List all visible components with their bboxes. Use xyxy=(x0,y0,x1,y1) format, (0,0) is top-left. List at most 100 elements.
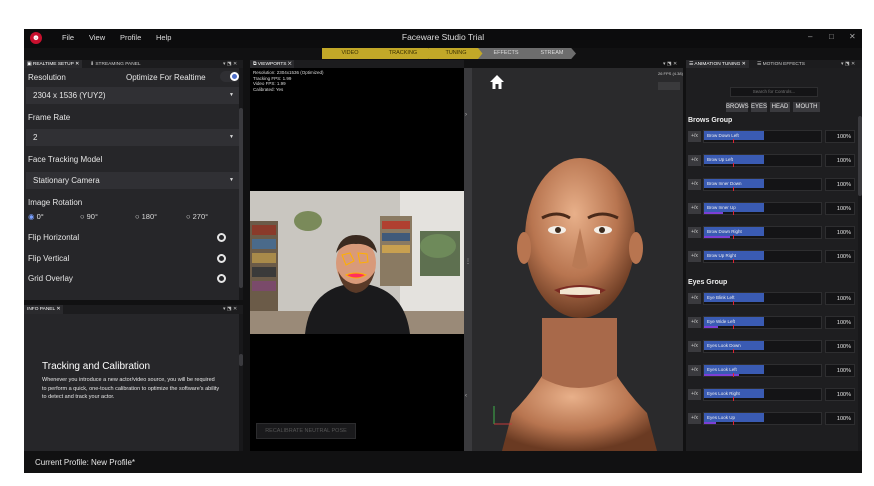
fx-button[interactable]: +/x xyxy=(688,413,701,424)
control-marker xyxy=(733,421,734,425)
tab-info-panel[interactable]: INFO PANEL ✕ xyxy=(24,305,64,314)
window-title: Faceware Studio Trial xyxy=(401,32,485,42)
control-percent-field[interactable]: 100% xyxy=(825,154,855,167)
control-slider[interactable]: Eye Blink Left xyxy=(703,292,822,305)
control-slider[interactable]: Eyes Look Down xyxy=(703,340,822,353)
tuning-scrollbar[interactable] xyxy=(858,116,862,451)
resolution-label: Resolution xyxy=(28,73,66,82)
fx-button[interactable]: +/x xyxy=(688,389,701,400)
rotation-radio-90[interactable]: ○ 90° xyxy=(80,212,98,221)
frame-rate-dropdown[interactable]: 2 ▼ xyxy=(26,129,239,146)
control-name: Brow Up Right xyxy=(704,251,764,260)
character-head-render xyxy=(502,158,657,451)
maximize-icon[interactable]: □ xyxy=(829,32,834,41)
control-percent-field[interactable]: 100% xyxy=(825,130,855,143)
panel-menu-icon[interactable]: ▾ ⬔ ✕ xyxy=(223,305,237,314)
video-viewport: Resolution: 2304x1536 (Optimized) Tracki… xyxy=(250,68,464,451)
optimize-label: Optimize For Realtime xyxy=(126,73,206,82)
fx-button[interactable]: +/x xyxy=(688,293,701,304)
control-percent-field[interactable]: 100% xyxy=(825,364,855,377)
image-rotation-label: Image Rotation xyxy=(28,198,83,207)
settings-scrollbar[interactable] xyxy=(239,68,243,300)
home-icon[interactable] xyxy=(489,74,505,90)
pipeline-tracking[interactable]: TRACKING xyxy=(372,48,434,59)
control-slider[interactable]: Eyes Look Left xyxy=(703,364,822,377)
chevron-down-icon: ▼ xyxy=(229,92,234,98)
control-percent-field[interactable]: 100% xyxy=(825,250,855,263)
control-percent-field[interactable]: 100% xyxy=(825,388,855,401)
tracking-model-dropdown[interactable]: Stationary Camera ▼ xyxy=(26,172,239,189)
control-slider[interactable]: Eyes Look Right xyxy=(703,388,822,401)
pipeline-effects[interactable]: EFFECTS xyxy=(478,48,534,59)
filter-mouth-button[interactable]: MOUTH xyxy=(793,102,820,112)
grid-overlay-toggle[interactable] xyxy=(217,274,226,283)
filter-head-button[interactable]: HEAD xyxy=(770,102,790,112)
fx-button[interactable]: +/x xyxy=(688,365,701,376)
control-slider[interactable]: Brow Inner Down xyxy=(703,178,822,191)
search-controls-input[interactable]: Search for Controls... xyxy=(730,87,818,97)
info-scrollbar[interactable] xyxy=(239,314,243,451)
control-slider[interactable]: Eyes Look Up xyxy=(703,412,822,425)
fx-button[interactable]: +/x xyxy=(688,203,701,214)
control-percent-field[interactable]: 100% xyxy=(825,412,855,425)
splitter-grip-icon[interactable]: ⋮ xyxy=(465,258,471,265)
control-percent-field[interactable]: 100% xyxy=(825,316,855,329)
settings-scrollbar-thumb[interactable] xyxy=(239,108,243,288)
control-slider[interactable]: Brow Up Right xyxy=(703,250,822,263)
rotation-radio-0[interactable]: ◉ 0° xyxy=(28,212,44,221)
collapse-left-icon[interactable]: ‹ xyxy=(465,393,467,399)
control-name: Brow Down Right xyxy=(704,227,764,236)
collapse-right-icon[interactable]: › xyxy=(465,112,467,118)
filter-eyes-button[interactable]: EYES xyxy=(751,102,767,112)
control-marker xyxy=(733,163,734,167)
camera-feed xyxy=(250,191,464,334)
control-slider[interactable]: Brow Up Left xyxy=(703,154,822,167)
control-marker xyxy=(733,139,734,143)
viewport-splitter[interactable]: › ⋮ ‹ xyxy=(464,68,472,451)
control-slider[interactable]: Brow Down Right xyxy=(703,226,822,239)
control-slider[interactable]: Eye Wide Left xyxy=(703,316,822,329)
control-level-bar xyxy=(704,326,718,328)
performance-graph xyxy=(658,82,680,90)
camera-image xyxy=(250,191,464,334)
control-slider[interactable]: Brow Down Left xyxy=(703,130,822,143)
control-marker xyxy=(733,301,734,305)
minimize-icon[interactable]: – xyxy=(808,32,812,41)
rotation-radio-180[interactable]: ○ 180° xyxy=(135,212,157,221)
optimize-toggle[interactable] xyxy=(220,71,240,82)
info-scrollbar-thumb[interactable] xyxy=(239,354,243,366)
control-percent-field[interactable]: 100% xyxy=(825,292,855,305)
control-marker xyxy=(733,211,734,215)
recalibrate-button[interactable]: RECALIBRATE NEUTRAL POSE xyxy=(256,423,356,439)
flip-horizontal-toggle[interactable] xyxy=(217,233,226,242)
flip-vertical-toggle[interactable] xyxy=(217,254,226,263)
current-profile-text: Current Profile: New Profile* xyxy=(35,458,136,467)
fx-button[interactable]: +/x xyxy=(688,341,701,352)
fx-button[interactable]: +/x xyxy=(688,179,701,190)
control-percent-field[interactable]: 100% xyxy=(825,226,855,239)
fx-button[interactable]: +/x xyxy=(688,317,701,328)
fx-button[interactable]: +/x xyxy=(688,251,701,262)
fx-button[interactable]: +/x xyxy=(688,227,701,238)
status-bar: Current Profile: New Profile* xyxy=(24,451,862,473)
control-marker xyxy=(733,373,734,377)
fx-button[interactable]: +/x xyxy=(688,155,701,166)
group-label: Brows Group xyxy=(688,117,733,124)
fx-button[interactable]: +/x xyxy=(688,131,701,142)
pipeline-video[interactable]: VIDEO xyxy=(322,48,378,59)
control-slider[interactable]: Brow Inner Up xyxy=(703,202,822,215)
control-percent-field[interactable]: 100% xyxy=(825,178,855,191)
control-level-bar xyxy=(704,212,723,214)
rotation-radio-270[interactable]: ○ 270° xyxy=(186,212,208,221)
tuning-scrollbar-thumb[interactable] xyxy=(858,116,862,196)
control-percent-field[interactable]: 100% xyxy=(825,340,855,353)
close-icon[interactable]: ✕ xyxy=(849,32,856,41)
realtime-setup-panel: Resolution Optimize For Realtime 2304 x … xyxy=(24,68,243,300)
filter-brows-button[interactable]: BROWS xyxy=(726,102,749,112)
pipeline-tuning[interactable]: TUNING xyxy=(428,48,484,59)
pipeline-stream[interactable]: STREAM xyxy=(528,48,576,59)
control-marker xyxy=(733,235,734,239)
resolution-dropdown[interactable]: 2304 x 1536 (YUY2) ▼ xyxy=(26,87,239,104)
toggle-knob xyxy=(230,72,239,81)
control-percent-field[interactable]: 100% xyxy=(825,202,855,215)
